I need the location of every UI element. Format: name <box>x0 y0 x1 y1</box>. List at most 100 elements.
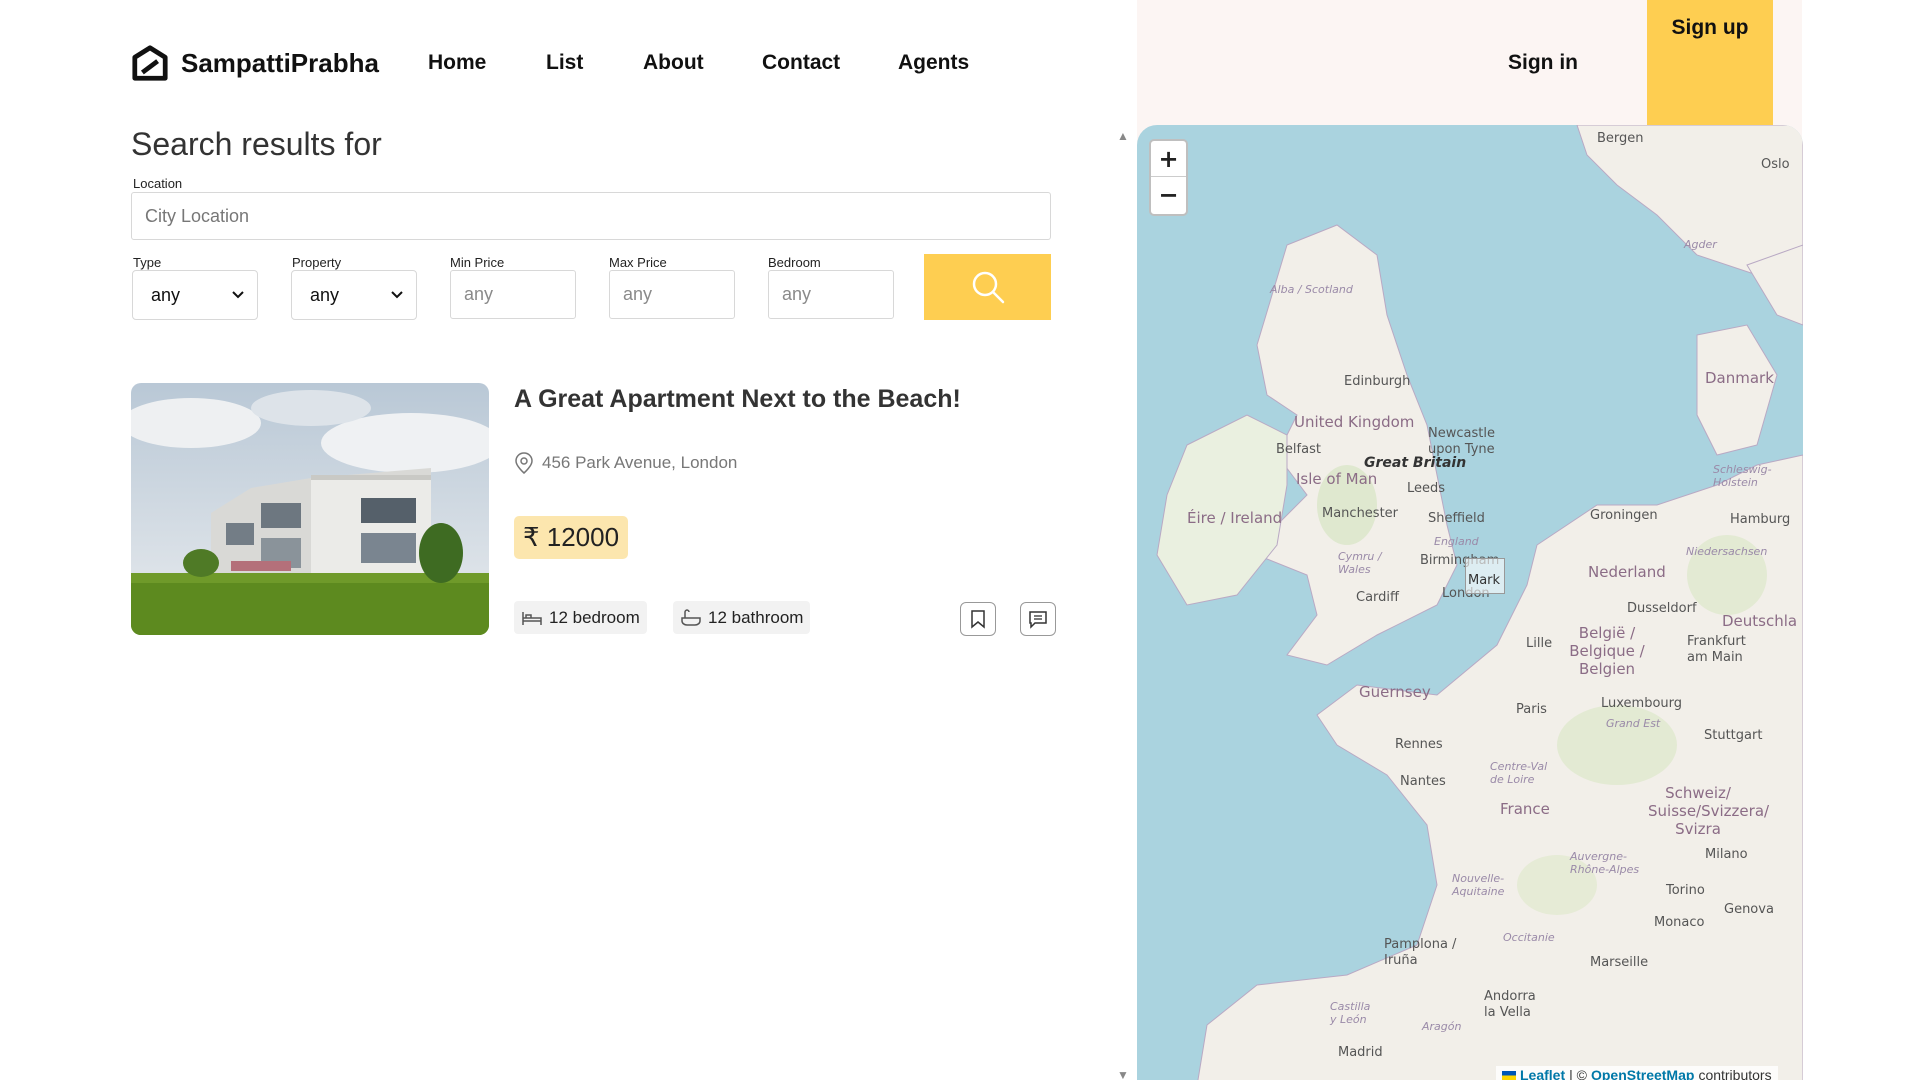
leaflet-link[interactable]: Leaflet <box>1520 1067 1565 1080</box>
zoom-out-button[interactable]: − <box>1151 177 1186 213</box>
sign-in-link[interactable]: Sign in <box>1508 51 1578 75</box>
chevron-down-icon <box>391 291 403 299</box>
bedroom-count-text: 12 bedroom <box>549 607 640 627</box>
map-label: Schleswig-Holstein <box>1713 463 1772 489</box>
attribution-contributors: contributors <box>1698 1067 1772 1080</box>
map-label: Castilla y León <box>1330 1000 1371 1026</box>
save-button[interactable] <box>960 602 996 636</box>
listing-title[interactable]: A Great Apartment Next to the Beach! <box>514 385 961 414</box>
map-label: England <box>1434 535 1479 548</box>
nav-list[interactable]: List <box>546 51 583 75</box>
bookmark-icon <box>971 610 985 629</box>
map-label: Great Britain <box>1364 455 1467 471</box>
map-label: Deutschla <box>1722 612 1798 630</box>
map-label: Grand Est <box>1606 717 1661 730</box>
map-label: Groningen <box>1590 508 1658 523</box>
bedroom-count: 12 bedroom <box>514 601 647 634</box>
max-price-input[interactable]: any <box>609 270 735 319</box>
ukraine-flag-icon <box>1502 1070 1516 1080</box>
map-label: Lille <box>1526 636 1553 651</box>
property-label: Property <box>292 255 342 270</box>
map-label: Danmark <box>1705 369 1774 387</box>
map-label: Rennes <box>1395 737 1443 752</box>
type-label: Type <box>133 255 162 270</box>
type-select-value: any <box>151 284 181 305</box>
map-label: Occitanie <box>1503 931 1555 944</box>
map-label: Sheffield <box>1428 511 1485 526</box>
map-label: Niedersachsen <box>1686 545 1768 558</box>
page: SampattiPrabha Home List About Contact A… <box>0 0 1920 1080</box>
sign-up-button[interactable]: Sign up <box>1647 0 1773 125</box>
min-price-input[interactable]: any <box>450 270 576 319</box>
map[interactable]: + − <box>1137 125 1803 1080</box>
property-marker[interactable]: Mark <box>1465 558 1505 594</box>
chevron-down-icon <box>232 291 244 299</box>
map-label: Cardiff <box>1356 590 1399 605</box>
zoom-in-button[interactable]: + <box>1151 141 1186 177</box>
property-select[interactable]: any <box>291 270 417 320</box>
listing-address-text: 456 Park Avenue, London <box>542 453 738 472</box>
brand-name: SampattiPrabha <box>181 47 379 78</box>
location-input[interactable]: City Location <box>131 192 1051 240</box>
map-label: Paris <box>1516 702 1547 717</box>
map-label: Cymru / Wales <box>1338 550 1382 576</box>
map-label: Stuttgart <box>1704 728 1763 743</box>
map-label: Bergen <box>1597 131 1644 146</box>
search-title: Search results for <box>131 126 382 162</box>
map-label: Nederland <box>1588 563 1666 581</box>
map-label: Hamburg <box>1730 512 1791 527</box>
map-label: Marseille <box>1590 955 1649 970</box>
scroll-up-arrow[interactable]: ▲ <box>1117 129 1129 143</box>
bedroom-label: Bedroom <box>768 255 821 270</box>
map-label: Schweiz/ Suisse/Svizzera/ Svizra <box>1648 784 1770 838</box>
chat-icon <box>1029 611 1047 629</box>
bath-icon <box>681 608 701 626</box>
nav-contact[interactable]: Contact <box>762 51 840 75</box>
map-label: Agder <box>1684 238 1717 251</box>
min-price-label: Min Price <box>450 255 505 270</box>
attribution-sep: | © <box>1569 1067 1587 1080</box>
map-label: Nouvelle-Aquitaine <box>1452 872 1505 898</box>
scroll-down-arrow[interactable]: ▼ <box>1117 1068 1129 1080</box>
listing-image[interactable] <box>131 383 489 635</box>
map-label: Luxembourg <box>1601 696 1683 711</box>
map-label: Guernsey <box>1359 683 1431 701</box>
map-label: Genova <box>1724 902 1774 917</box>
map-label: Oslo <box>1761 157 1790 172</box>
map-label: Aragón <box>1422 1020 1462 1033</box>
nav-about[interactable]: About <box>643 51 704 75</box>
brand-logo[interactable]: SampattiPrabha <box>131 44 379 82</box>
map-label: Belfast <box>1276 442 1321 457</box>
map-tiles <box>1156 125 1803 1080</box>
map-label: Éire / Ireland <box>1187 509 1283 527</box>
search-button[interactable] <box>924 254 1051 320</box>
map-label: Milano <box>1705 847 1748 862</box>
map-attribution: Leaflet | © OpenStreetMap contributors <box>1496 1066 1778 1080</box>
chat-button[interactable] <box>1020 602 1056 636</box>
house-photo <box>131 383 489 635</box>
map-label: Edinburgh <box>1344 374 1411 389</box>
map-label: Andorra la Vella <box>1484 989 1536 1020</box>
map-label: United Kingdom <box>1294 413 1415 431</box>
map-label: Newcastle upon Tyne <box>1428 426 1495 457</box>
logo-icon <box>132 45 168 81</box>
map-label: Pamplona / Iruña <box>1384 937 1457 968</box>
property-select-value: any <box>310 284 340 305</box>
bedroom-input[interactable]: any <box>768 270 894 319</box>
map-label: Leeds <box>1407 481 1446 496</box>
type-select[interactable]: any <box>132 270 258 320</box>
map-label: Manchester <box>1322 506 1399 521</box>
map-label: Nantes <box>1400 774 1446 789</box>
nav-home[interactable]: Home <box>428 51 486 75</box>
listing-price: ₹ 12000 <box>514 516 629 559</box>
map-label: Dusseldorf <box>1627 601 1697 616</box>
location-label: Location <box>133 176 183 191</box>
map-label: Torino <box>1666 883 1705 898</box>
nav-agents[interactable]: Agents <box>898 51 969 75</box>
osm-link[interactable]: OpenStreetMap <box>1591 1067 1694 1080</box>
map-label: België / Belgique / Belgien <box>1569 624 1645 678</box>
map-label: Auvergne-Rhône-Alpes <box>1570 850 1640 876</box>
map-label: France <box>1500 800 1550 818</box>
zoom-control: + − <box>1149 139 1188 216</box>
search-icon <box>972 271 1004 304</box>
